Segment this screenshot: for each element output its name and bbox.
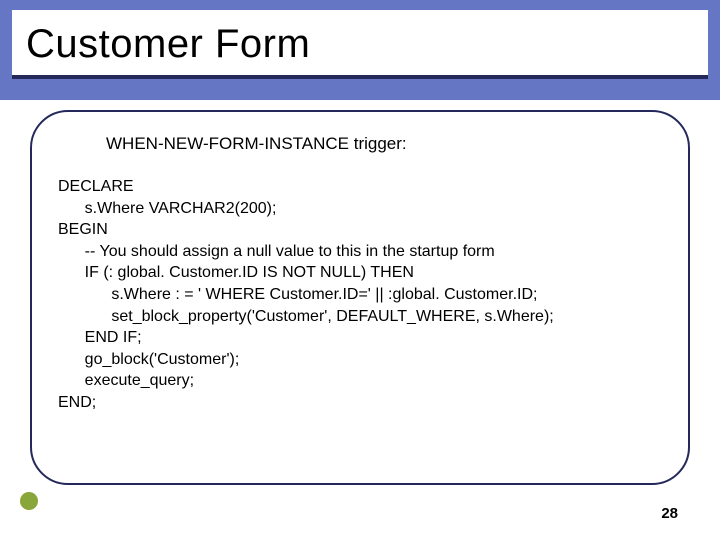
code-block: DECLARE s.Where VARCHAR2(200); BEGIN -- … — [58, 176, 662, 414]
page-title: Customer Form — [26, 22, 694, 67]
title-box: Customer Form — [12, 10, 708, 79]
bullet-dot-icon — [20, 492, 38, 510]
slide-header-band: Customer Form — [0, 0, 720, 100]
trigger-label: WHEN-NEW-FORM-INSTANCE trigger: — [106, 134, 662, 154]
page-number: 28 — [661, 505, 678, 522]
content-area: WHEN-NEW-FORM-INSTANCE trigger: DECLARE … — [0, 100, 720, 540]
content-frame: WHEN-NEW-FORM-INSTANCE trigger: DECLARE … — [30, 110, 690, 485]
